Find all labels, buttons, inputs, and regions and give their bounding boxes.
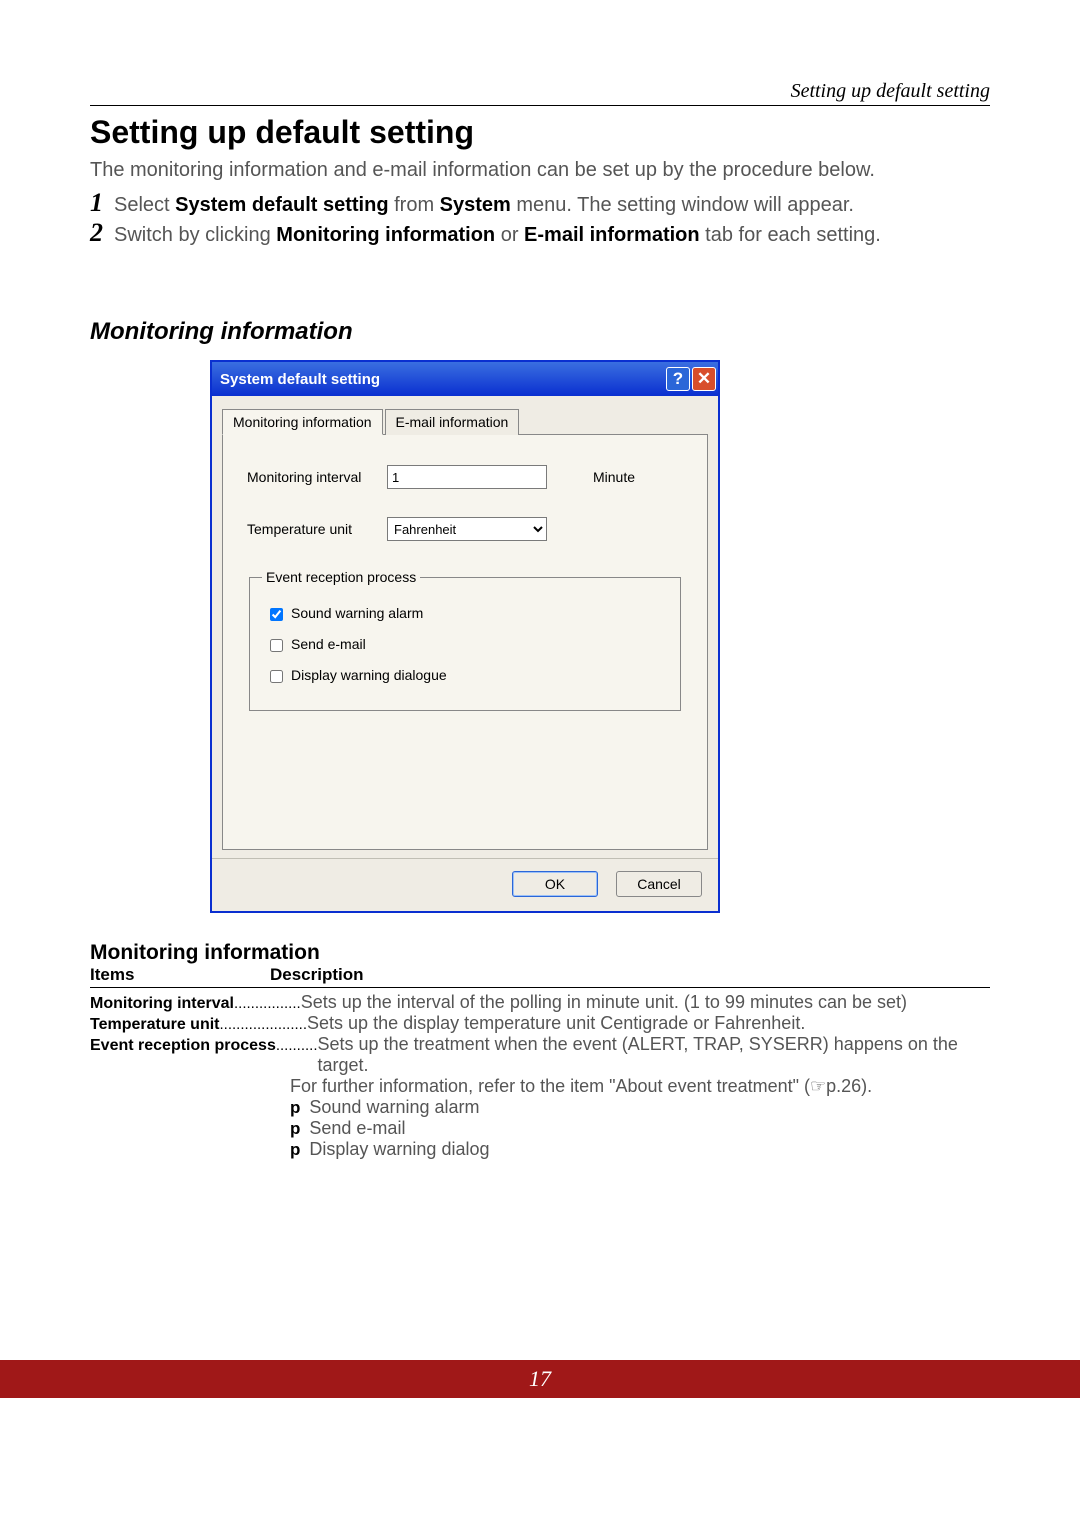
step-text: Switch by clicking Monitoring informatio… [114,224,881,247]
monitoring-interval-input[interactable] [387,465,547,489]
header-rule [90,105,990,106]
step-1: 1 Select System default setting from Sys… [90,188,990,218]
desc-row: Temperature unit .....................Se… [90,1013,990,1034]
close-icon[interactable]: ✕ [692,367,716,391]
intro-text: The monitoring information and e-mail in… [90,157,990,184]
temperature-unit-label: Temperature unit [247,521,387,537]
event-reception-group: Event reception process Sound warning al… [249,569,681,711]
group-legend: Event reception process [262,569,420,585]
send-email-checkbox[interactable]: Send e-mail [266,636,668,655]
tab-monitoring-information[interactable]: Monitoring information [222,409,383,435]
step-number: 1 [90,188,114,218]
dialog-button-row: OK Cancel [212,858,718,911]
step-number: 2 [90,218,114,248]
dialog-title-text: System default setting [220,371,380,388]
page-header-right: Setting up default setting [90,80,990,103]
desc-row: Event reception process..........Sets up… [90,1034,990,1076]
dialog-titlebar: System default setting ? ✕ [212,362,718,396]
cancel-button[interactable]: Cancel [616,871,702,897]
page-footer: 17 [0,1360,1080,1398]
tab-email-information[interactable]: E-mail information [385,409,520,435]
table-column-headers: Items Description [90,965,990,985]
system-default-setting-dialog: System default setting ? ✕ Monitoring in… [210,360,720,913]
tab-pane: Monitoring interval Minute Temperature u… [222,435,708,850]
page-number: 17 [0,1360,1080,1398]
display-warning-input[interactable] [270,670,283,683]
ok-button[interactable]: OK [512,871,598,897]
dialog-tabs: Monitoring information E-mail informatio… [222,408,708,435]
monitoring-interval-label: Monitoring interval [247,469,387,485]
send-email-input[interactable] [270,639,283,652]
page-title: Setting up default setting [90,114,990,151]
desc-subline: For further information, refer to the it… [290,1076,990,1097]
sub-heading: Monitoring information [90,941,990,965]
col-items: Items [90,965,270,985]
temperature-unit-select[interactable]: Fahrenheit [387,517,547,541]
step-2: 2 Switch by clicking Monitoring informat… [90,218,990,248]
section-title: Monitoring information [90,318,990,346]
description-list: Monitoring interval ................Sets… [90,992,990,1160]
sound-warning-checkbox[interactable]: Sound warning alarm [266,605,668,624]
desc-bullets: p Sound warning alarm p Send e-mail p Di… [290,1097,990,1160]
interval-unit-label: Minute [593,469,635,485]
sub-heading-rule [90,987,990,988]
help-icon[interactable]: ? [666,367,690,391]
display-warning-checkbox[interactable]: Display warning dialogue [266,667,668,686]
col-description: Description [270,965,364,985]
steps-list: 1 Select System default setting from Sys… [90,188,990,248]
step-text: Select System default setting from Syste… [114,194,854,217]
sound-warning-input[interactable] [270,608,283,621]
desc-row: Monitoring interval ................Sets… [90,992,990,1013]
